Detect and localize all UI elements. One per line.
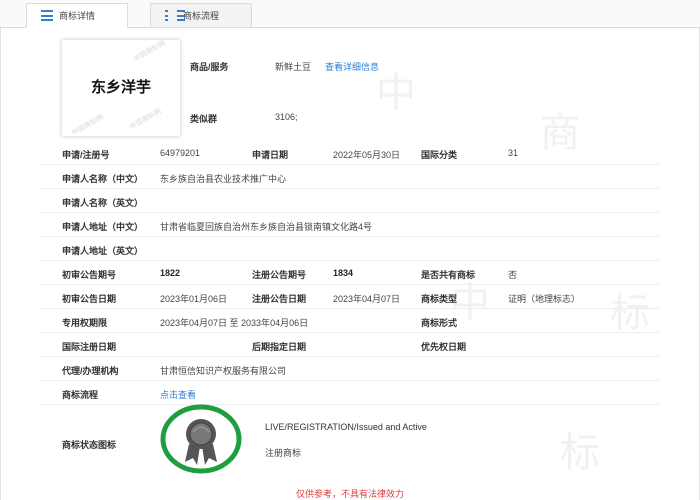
trademark-logo-text: 东乡洋芋: [90, 78, 151, 96]
row-divider: [40, 380, 660, 381]
row-divider: [40, 332, 660, 333]
exclusive-period-label: 专用权期限: [62, 318, 108, 328]
tab-bar: 商标详情 商标流程: [0, 0, 700, 28]
disclaimer-text: 仅供参考，不具有法律效力: [295, 489, 404, 499]
mark-form-label: 商标形式: [421, 318, 458, 328]
apply-date-value: 2022年05月30日: [333, 150, 401, 160]
goods-label: 商品/服务: [190, 62, 229, 72]
tab-trademark-detail[interactable]: 商标详情: [26, 3, 128, 28]
row-divider: [40, 236, 660, 237]
priority-date-label: 优先权日期: [421, 342, 467, 352]
prelim-date-value: 2023年01月06日: [160, 294, 228, 304]
view-flow-link[interactable]: 点击查看: [160, 388, 196, 401]
address-cn-label: 申请人地址（中文）: [62, 222, 144, 232]
reg-pub-no-label: 注册公告期号: [252, 270, 307, 280]
applicant-cn-value: 东乡族自治县农业技术推广中心: [160, 174, 287, 184]
agent-value: 甘肃恒信知识产权服务有限公司: [160, 366, 287, 376]
mark-type-value: 证明（地理标志）: [508, 294, 581, 304]
prelim-no-label: 初审公告期号: [62, 270, 117, 280]
reg-no-label: 申请/注册号: [62, 150, 110, 160]
reg-pub-date-value: 2023年04月07日: [333, 294, 401, 304]
watermark-glyph: 中国商标网: [132, 39, 167, 64]
row-divider: [40, 284, 660, 285]
view-details-link[interactable]: 查看详细信息: [325, 60, 379, 73]
prelim-date-label: 初审公告日期: [62, 294, 117, 304]
trademark-image: 中国商标网 中国商标网 中国商标网 东乡洋芋: [62, 39, 180, 138]
row-divider: [40, 164, 660, 165]
row-divider: [40, 356, 660, 357]
row-divider: [40, 404, 660, 405]
flow-label: 商标流程: [62, 390, 99, 400]
row-divider: [40, 188, 660, 189]
tab-trademark-detail-label: 商标详情: [59, 11, 96, 21]
watermark-glyph: 中国商标网: [70, 113, 105, 138]
address-en-label: 申请人地址（英文）: [62, 246, 144, 256]
mark-type-label: 商标类型: [421, 294, 458, 304]
similar-group-label: 类似群: [190, 114, 218, 124]
status-english: LIVE/REGISTRATION/Issued and Active: [265, 422, 427, 432]
reg-pub-date-label: 注册公告日期: [252, 294, 307, 304]
later-designation-label: 后期指定日期: [252, 342, 307, 352]
intl-class-label: 国际分类: [421, 150, 458, 160]
applicant-en-label: 申请人名称（英文）: [62, 198, 144, 208]
list-icon: [41, 10, 53, 21]
applicant-cn-label: 申请人名称（中文）: [62, 174, 144, 184]
intl-class-value: 31: [508, 148, 519, 158]
intl-reg-date-label: 国际注册日期: [62, 342, 117, 352]
tab-trademark-flow-label: 商标流程: [183, 11, 220, 21]
row-divider: [40, 308, 660, 309]
status-icon-label: 商标状态图标: [62, 440, 117, 450]
similar-group-value: 3106;: [275, 112, 298, 122]
prelim-no-value: 1822: [160, 268, 181, 278]
registered-status-badge-icon: [160, 404, 242, 474]
reg-no-value: 64979201: [160, 148, 201, 158]
row-divider: [40, 212, 660, 213]
goods-value: 新鲜土豆: [275, 62, 312, 72]
exclusive-period-value: 2023年04月07日 至 2033年04月06日: [160, 318, 309, 328]
status-chinese: 注册商标: [265, 448, 302, 458]
grid-list-icon: [165, 10, 177, 21]
agent-label: 代理/办理机构: [62, 366, 119, 376]
watermark-glyph: 中国商标网: [128, 107, 163, 132]
shared-label: 是否共有商标: [421, 270, 476, 280]
apply-date-label: 申请日期: [252, 150, 289, 160]
row-divider: [40, 260, 660, 261]
shared-value: 否: [508, 270, 518, 280]
address-cn-value: 甘肃省临夏回族自治州东乡族自治县锁南镇文化路4号: [160, 222, 373, 232]
tab-trademark-flow[interactable]: 商标流程: [150, 3, 252, 28]
reg-pub-no-value: 1834: [333, 268, 354, 278]
